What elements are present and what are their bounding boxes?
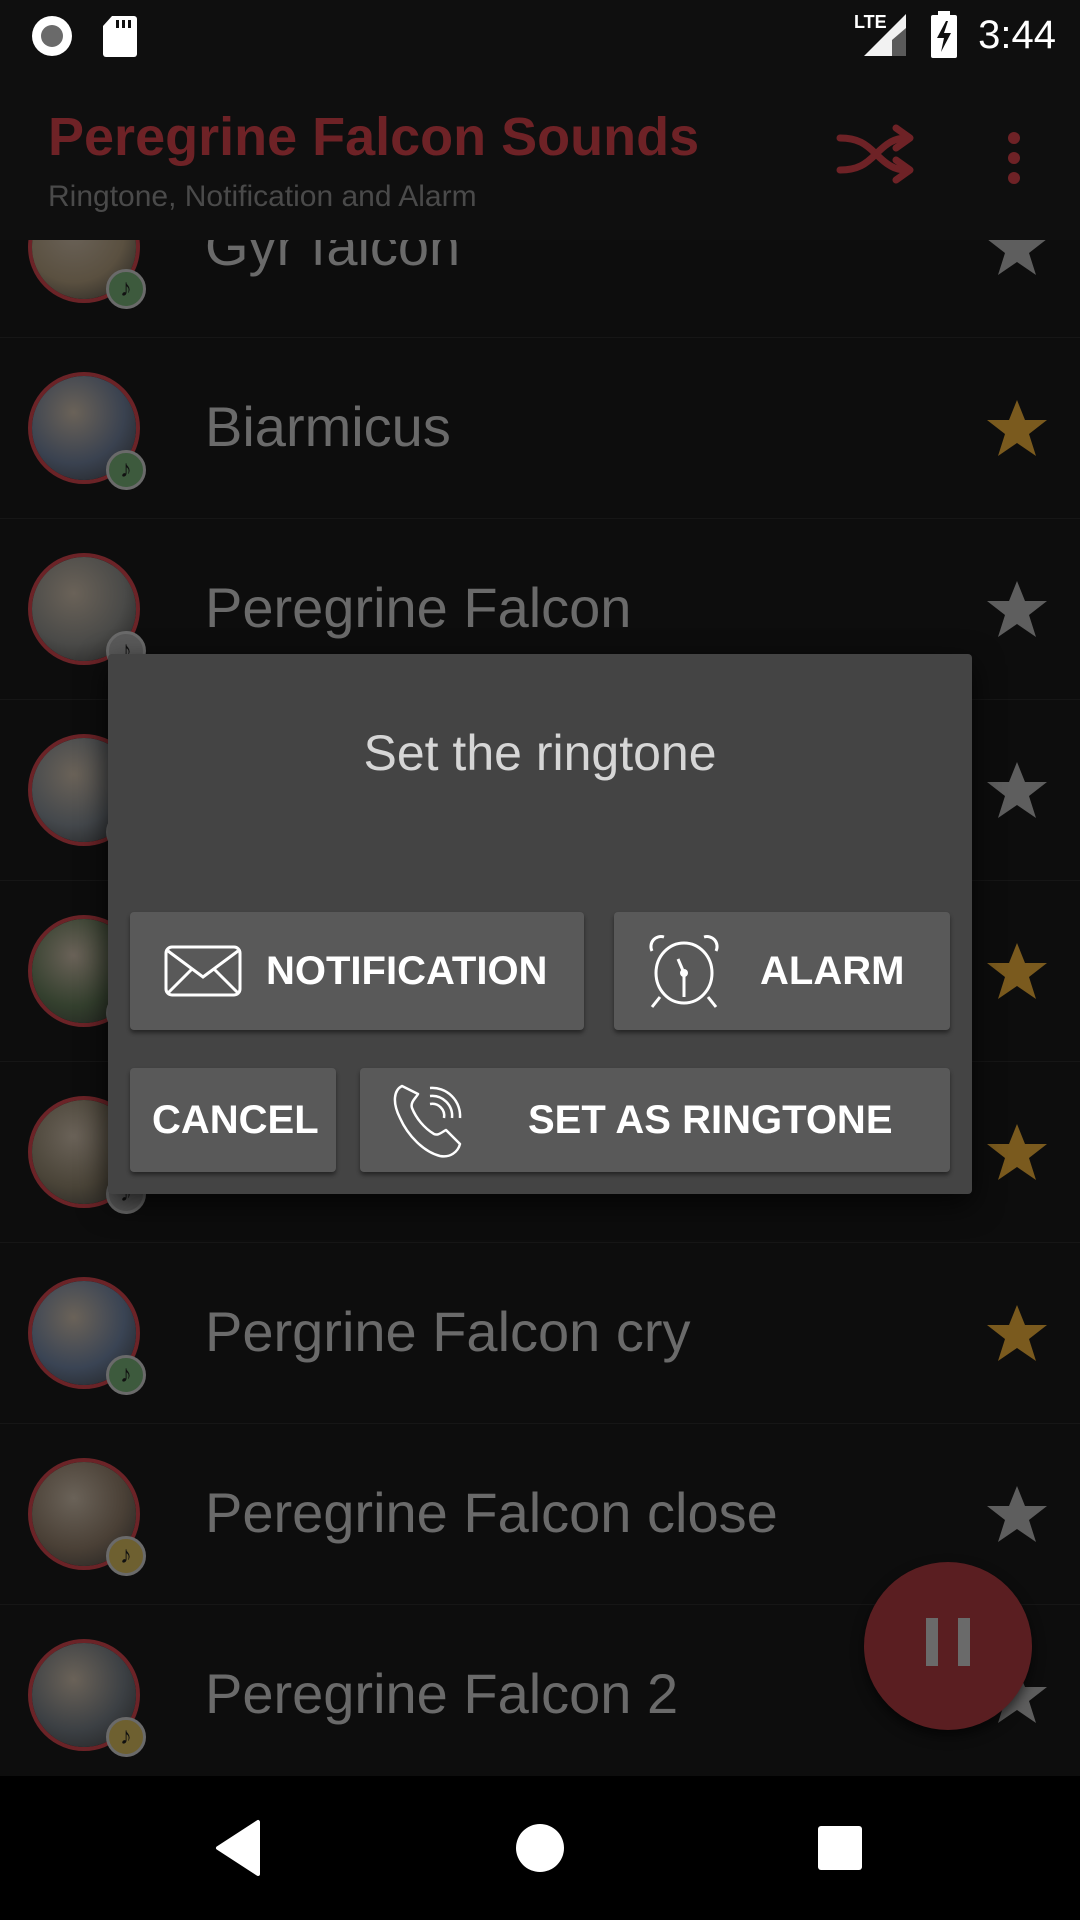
- star-shape: [987, 1305, 1047, 1361]
- cancel-label: CANCEL: [152, 1097, 319, 1142]
- app-subtitle: Ringtone, Notification and Alarm: [48, 180, 477, 213]
- network-label: LTE: [854, 12, 887, 32]
- navigation-bar: [0, 1776, 1080, 1920]
- star-shape: [987, 762, 1047, 818]
- music-note-badge-icon: ♪: [106, 450, 146, 490]
- back-icon[interactable]: [210, 1818, 270, 1878]
- recents-icon[interactable]: [816, 1824, 864, 1872]
- app-title: Peregrine Falcon Sounds: [48, 107, 700, 167]
- alarm-button[interactable]: ALARM: [614, 912, 950, 1030]
- sound-list-item[interactable]: ♪ Pergrine Falcon cry: [0, 1243, 1080, 1424]
- favorite-star-icon[interactable]: [985, 240, 1049, 279]
- notification-button[interactable]: NOTIFICATION: [130, 912, 584, 1030]
- favorite-star-filled-icon[interactable]: [985, 1301, 1049, 1365]
- status-bar: LTE 3:44: [0, 0, 1080, 72]
- sound-title: Gyr falcon: [205, 240, 461, 277]
- set-as-ringtone-button[interactable]: SET AS RINGTONE: [360, 1068, 950, 1172]
- pause-icon-bar-left: [926, 1618, 938, 1666]
- app-bar: Peregrine Falcon Sounds Ringtone, Notifi…: [0, 72, 1080, 240]
- star-shape: [988, 240, 1046, 275]
- music-note-badge-icon: ♪: [106, 269, 146, 309]
- sound-title: Peregrine Falcon close: [205, 1481, 778, 1544]
- star-shape: [987, 943, 1047, 999]
- shuffle-icon[interactable]: [836, 124, 916, 184]
- sound-title: Peregrine Falcon: [205, 576, 632, 639]
- cancel-button[interactable]: CANCEL: [130, 1068, 336, 1172]
- sound-list-item[interactable]: ♪ Gyr falcon: [0, 240, 1080, 338]
- notification-label: NOTIFICATION: [266, 948, 548, 993]
- music-note-badge-icon: ♪: [106, 1717, 146, 1757]
- set-ringtone-dialog: Set the ringtone NOTIFICATION ALARM CANC…: [108, 654, 972, 1194]
- star-shape: [987, 400, 1047, 456]
- star-shape: [987, 1124, 1047, 1180]
- favorite-star-filled-icon[interactable]: [985, 396, 1049, 460]
- record-icon: [32, 16, 72, 56]
- pause-button[interactable]: [864, 1562, 1032, 1730]
- lte-signal-icon: LTE: [854, 12, 907, 56]
- sound-list-item[interactable]: ♪ Biarmicus: [0, 338, 1080, 519]
- overflow-menu-icon[interactable]: [996, 128, 1032, 188]
- alarm-label: ALARM: [760, 948, 905, 993]
- home-icon[interactable]: [514, 1822, 566, 1874]
- star-shape: [987, 581, 1047, 637]
- sd-card-icon: [103, 16, 137, 57]
- sound-title: Peregrine Falcon 2: [205, 1662, 679, 1725]
- sound-title: Pergrine Falcon cry: [205, 1300, 691, 1363]
- dialog-title: Set the ringtone: [363, 725, 717, 781]
- alarm-clock-icon: [649, 935, 719, 1008]
- favorite-star-icon[interactable]: [985, 758, 1049, 822]
- music-note-badge-icon: ♪: [106, 1536, 146, 1576]
- star-shape: [987, 1486, 1047, 1542]
- set-as-ringtone-label: SET AS RINGTONE: [528, 1097, 893, 1142]
- clock: 3:44: [978, 12, 1056, 57]
- battery-charging-icon: [931, 11, 958, 58]
- pause-icon-bar-right: [958, 1618, 970, 1666]
- envelope-icon: [164, 945, 242, 997]
- favorite-star-icon[interactable]: [985, 1482, 1049, 1546]
- music-note-badge-icon: ♪: [106, 1355, 146, 1395]
- phone-ringing-icon: [393, 1084, 462, 1158]
- favorite-star-filled-icon[interactable]: [985, 1120, 1049, 1184]
- favorite-star-filled-icon[interactable]: [985, 939, 1049, 1003]
- sound-title: Biarmicus: [205, 395, 451, 458]
- favorite-star-icon[interactable]: [985, 577, 1049, 641]
